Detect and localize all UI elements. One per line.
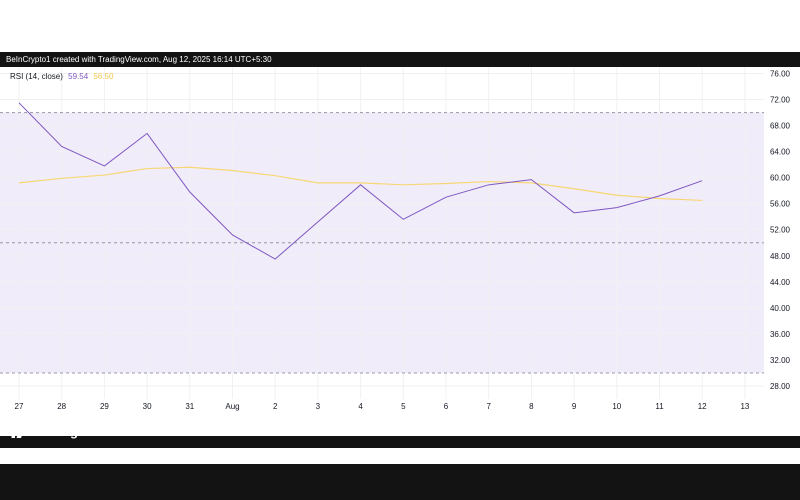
y-tick-label: 48.00 [770, 252, 791, 261]
y-tick-label: 56.00 [770, 200, 791, 209]
y-tick-label: 64.00 [770, 148, 791, 157]
y-tick-label: 32.00 [770, 356, 791, 365]
x-tick-label: 10 [612, 402, 621, 411]
x-tick-label: 5 [401, 402, 406, 411]
tradingview-logo-icon [8, 425, 26, 438]
x-tick-label: 30 [143, 402, 152, 411]
x-tick-label: 31 [185, 402, 194, 411]
y-tick-label: 72.00 [770, 96, 791, 105]
x-tick-label: 9 [572, 402, 577, 411]
x-tick-label: 13 [740, 402, 749, 411]
x-tick-label: 11 [655, 402, 664, 411]
x-tick-label: 3 [316, 402, 321, 411]
x-tick-label: Aug [225, 402, 239, 411]
x-tick-label: 28 [57, 402, 66, 411]
x-tick-label: 6 [444, 402, 449, 411]
y-tick-label: 40.00 [770, 304, 791, 313]
y-tick-label: 76.00 [770, 70, 791, 79]
x-tick-label: 4 [358, 402, 363, 411]
x-tick-label: 12 [698, 402, 707, 411]
y-tick-label: 36.00 [770, 330, 791, 339]
tradingview-logo[interactable]: TradingView [8, 424, 107, 439]
x-tick-label: 7 [486, 402, 491, 411]
y-tick-label: 28.00 [770, 382, 791, 391]
logo-text: TradingView [31, 424, 108, 439]
y-tick-label: 60.00 [770, 174, 791, 183]
x-tick-label: 27 [15, 402, 24, 411]
indicator-legend[interactable]: RSI (14, close) 59.54 56.50 [10, 72, 116, 81]
y-tick-label: 52.00 [770, 226, 791, 235]
x-tick-label: 8 [529, 402, 534, 411]
rsi-chart[interactable]: 76.00 72.00 68.00 64.00 60.00 56.00 52.00 48.00… [0, 0, 800, 500]
legend-rsi-value: 59.54 [68, 72, 89, 81]
x-tick-label: 2 [273, 402, 278, 411]
legend-ma-value: 56.50 [93, 72, 114, 81]
x-tick-label: 29 [100, 402, 109, 411]
legend-indicator-name: RSI (14, close) [10, 72, 63, 81]
y-tick-label: 68.00 [770, 122, 791, 131]
y-tick-label: 44.00 [770, 278, 791, 287]
